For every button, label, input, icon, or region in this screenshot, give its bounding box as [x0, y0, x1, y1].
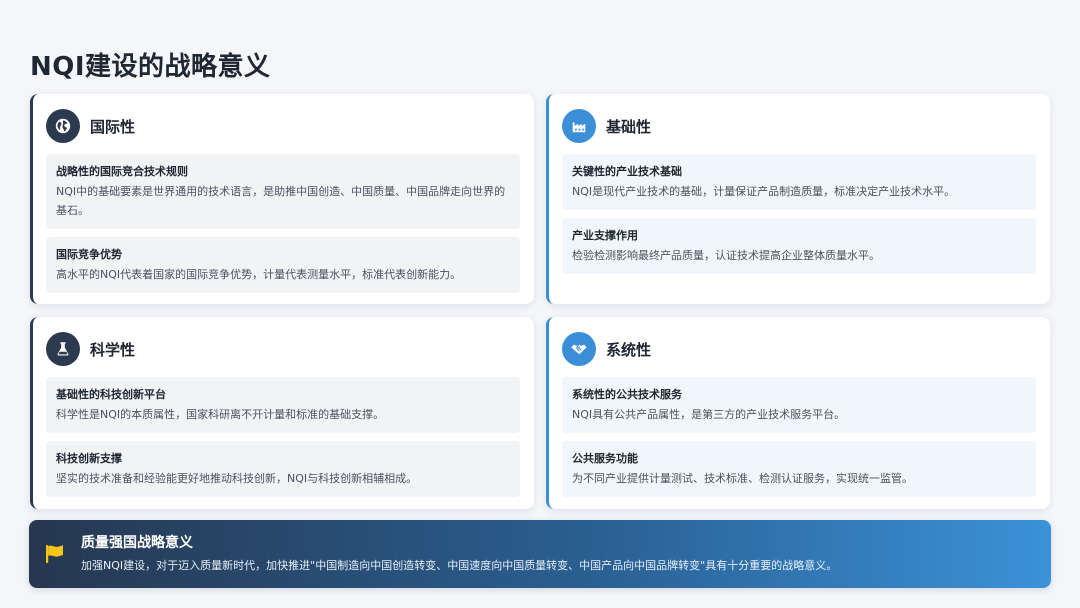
info-block: 公共服务功能 为不同产业提供计量测试、技术标准、检测认证服务，实现统一监管。	[562, 441, 1036, 497]
flag-icon	[43, 542, 67, 566]
card-header: 科学性	[46, 331, 520, 367]
card-international: 国际性 战略性的国际竞合技术规则 NQI中的基础要素是世界通用的技术语言，是助推…	[30, 94, 534, 304]
info-block: 系统性的公共技术服务 NQI具有公共产品属性，是第三方的产业技术服务平台。	[562, 377, 1036, 433]
factory-icon	[562, 109, 596, 143]
flask-icon	[46, 332, 80, 366]
block-text: NQI具有公共产品属性，是第三方的产业技术服务平台。	[572, 408, 846, 421]
block-title: 国际竞争优势	[56, 248, 122, 261]
block-text: 高水平的NQI代表着国家的国际竞争优势，计量代表测量水平，标准代表创新能力。	[56, 268, 462, 281]
handshake-icon	[562, 332, 596, 366]
block-text: 科学性是NQI的本质属性，国家科研离不开计量和标准的基础支撑。	[56, 408, 385, 421]
block-title: 科技创新支撑	[56, 452, 122, 465]
info-block: 产业支撑作用 检验检测影响最终产品质量，认证技术提高企业整体质量水平。	[562, 218, 1036, 274]
block-text: NQI中的基础要素是世界通用的技术语言，是助推中国创造、中国质量、中国品牌走向世…	[56, 185, 506, 217]
card-title: 系统性	[606, 340, 652, 359]
block-title: 关键性的产业技术基础	[572, 165, 682, 178]
card-title: 国际性	[90, 117, 136, 136]
info-block: 基础性的科技创新平台 科学性是NQI的本质属性，国家科研离不开计量和标准的基础支…	[46, 377, 520, 433]
block-title: 产业支撑作用	[572, 229, 638, 242]
card-header: 国际性	[46, 108, 520, 144]
banner-text: 加强NQI建设，对于迈入质量新时代，加快推进"中国制造向中国创造转变、中国速度向…	[81, 559, 838, 572]
card-title: 基础性	[606, 117, 652, 136]
block-title: 战略性的国际竞合技术规则	[56, 165, 188, 178]
card-header: 基础性	[562, 108, 1036, 144]
block-text: 坚实的技术准备和经验能更好地推动科技创新，NQI与科技创新相辅相成。	[56, 472, 418, 485]
card-foundational: 基础性 关键性的产业技术基础 NQI是现代产业技术的基础，计量保证产品制造质量，…	[546, 94, 1050, 304]
info-block: 科技创新支撑 坚实的技术准备和经验能更好地推动科技创新，NQI与科技创新相辅相成…	[46, 441, 520, 497]
info-block: 战略性的国际竞合技术规则 NQI中的基础要素是世界通用的技术语言，是助推中国创造…	[46, 154, 520, 229]
page-title: NQI建设的战略意义	[30, 52, 271, 82]
block-text: NQI是现代产业技术的基础，计量保证产品制造质量，标准决定产业技术水平。	[572, 185, 956, 198]
card-title: 科学性	[90, 340, 136, 359]
info-block: 国际竞争优势 高水平的NQI代表着国家的国际竞争优势，计量代表测量水平，标准代表…	[46, 237, 520, 293]
banner-content: 质量强国战略意义 加强NQI建设，对于迈入质量新时代，加快推进"中国制造向中国创…	[81, 533, 837, 575]
block-title: 系统性的公共技术服务	[572, 388, 682, 401]
card-scientific: 科学性 基础性的科技创新平台 科学性是NQI的本质属性，国家科研离不开计量和标准…	[30, 317, 534, 509]
block-title: 公共服务功能	[572, 452, 638, 465]
block-text: 为不同产业提供计量测试、技术标准、检测认证服务，实现统一监管。	[572, 472, 913, 485]
globe-icon	[46, 109, 80, 143]
card-header: 系统性	[562, 331, 1036, 367]
block-title: 基础性的科技创新平台	[56, 388, 166, 401]
summary-banner: 质量强国战略意义 加强NQI建设，对于迈入质量新时代，加快推进"中国制造向中国创…	[29, 520, 1051, 588]
info-block: 关键性的产业技术基础 NQI是现代产业技术的基础，计量保证产品制造质量，标准决定…	[562, 154, 1036, 210]
card-systematic: 系统性 系统性的公共技术服务 NQI具有公共产品属性，是第三方的产业技术服务平台…	[546, 317, 1050, 509]
banner-title: 质量强国战略意义	[81, 535, 193, 551]
block-text: 检验检测影响最终产品质量，认证技术提高企业整体质量水平。	[572, 249, 880, 262]
